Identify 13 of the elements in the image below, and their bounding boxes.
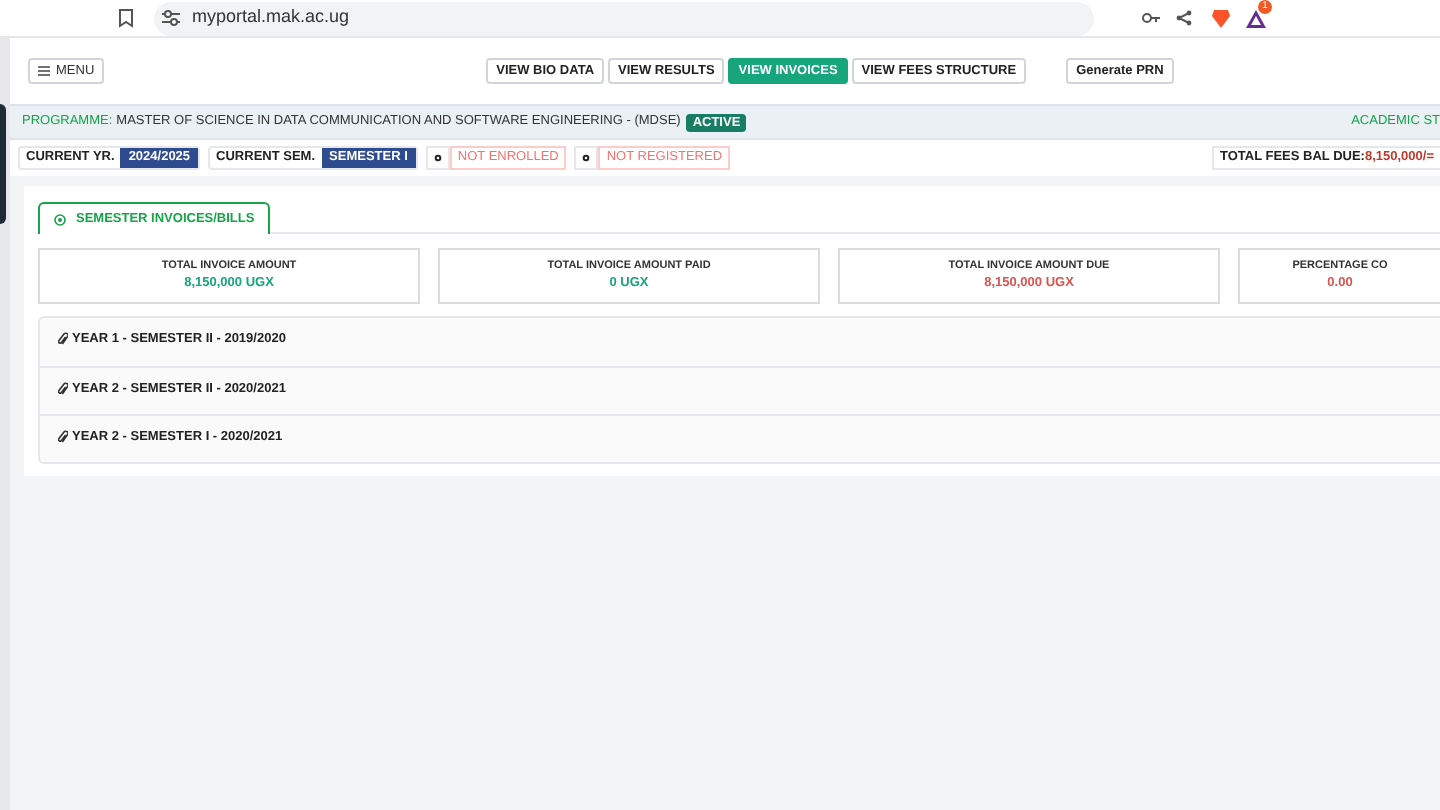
lion-shield-icon[interactable] [1212,8,1230,28]
paperclip-icon [58,331,68,345]
paperclip-icon [58,429,68,443]
bookmark-icon[interactable] [118,8,134,28]
sidebar-marker [0,104,6,224]
share-icon[interactable] [1176,10,1192,26]
menu-icon [38,66,50,76]
triangle-icon[interactable] [1246,10,1266,28]
address-bar-url[interactable]: myportal.mak.ac.ug [192,4,350,32]
circle-dot-icon [54,213,66,225]
paperclip-icon [58,381,68,395]
key-icon[interactable] [1142,12,1160,24]
site-settings-icon[interactable] [162,10,180,26]
